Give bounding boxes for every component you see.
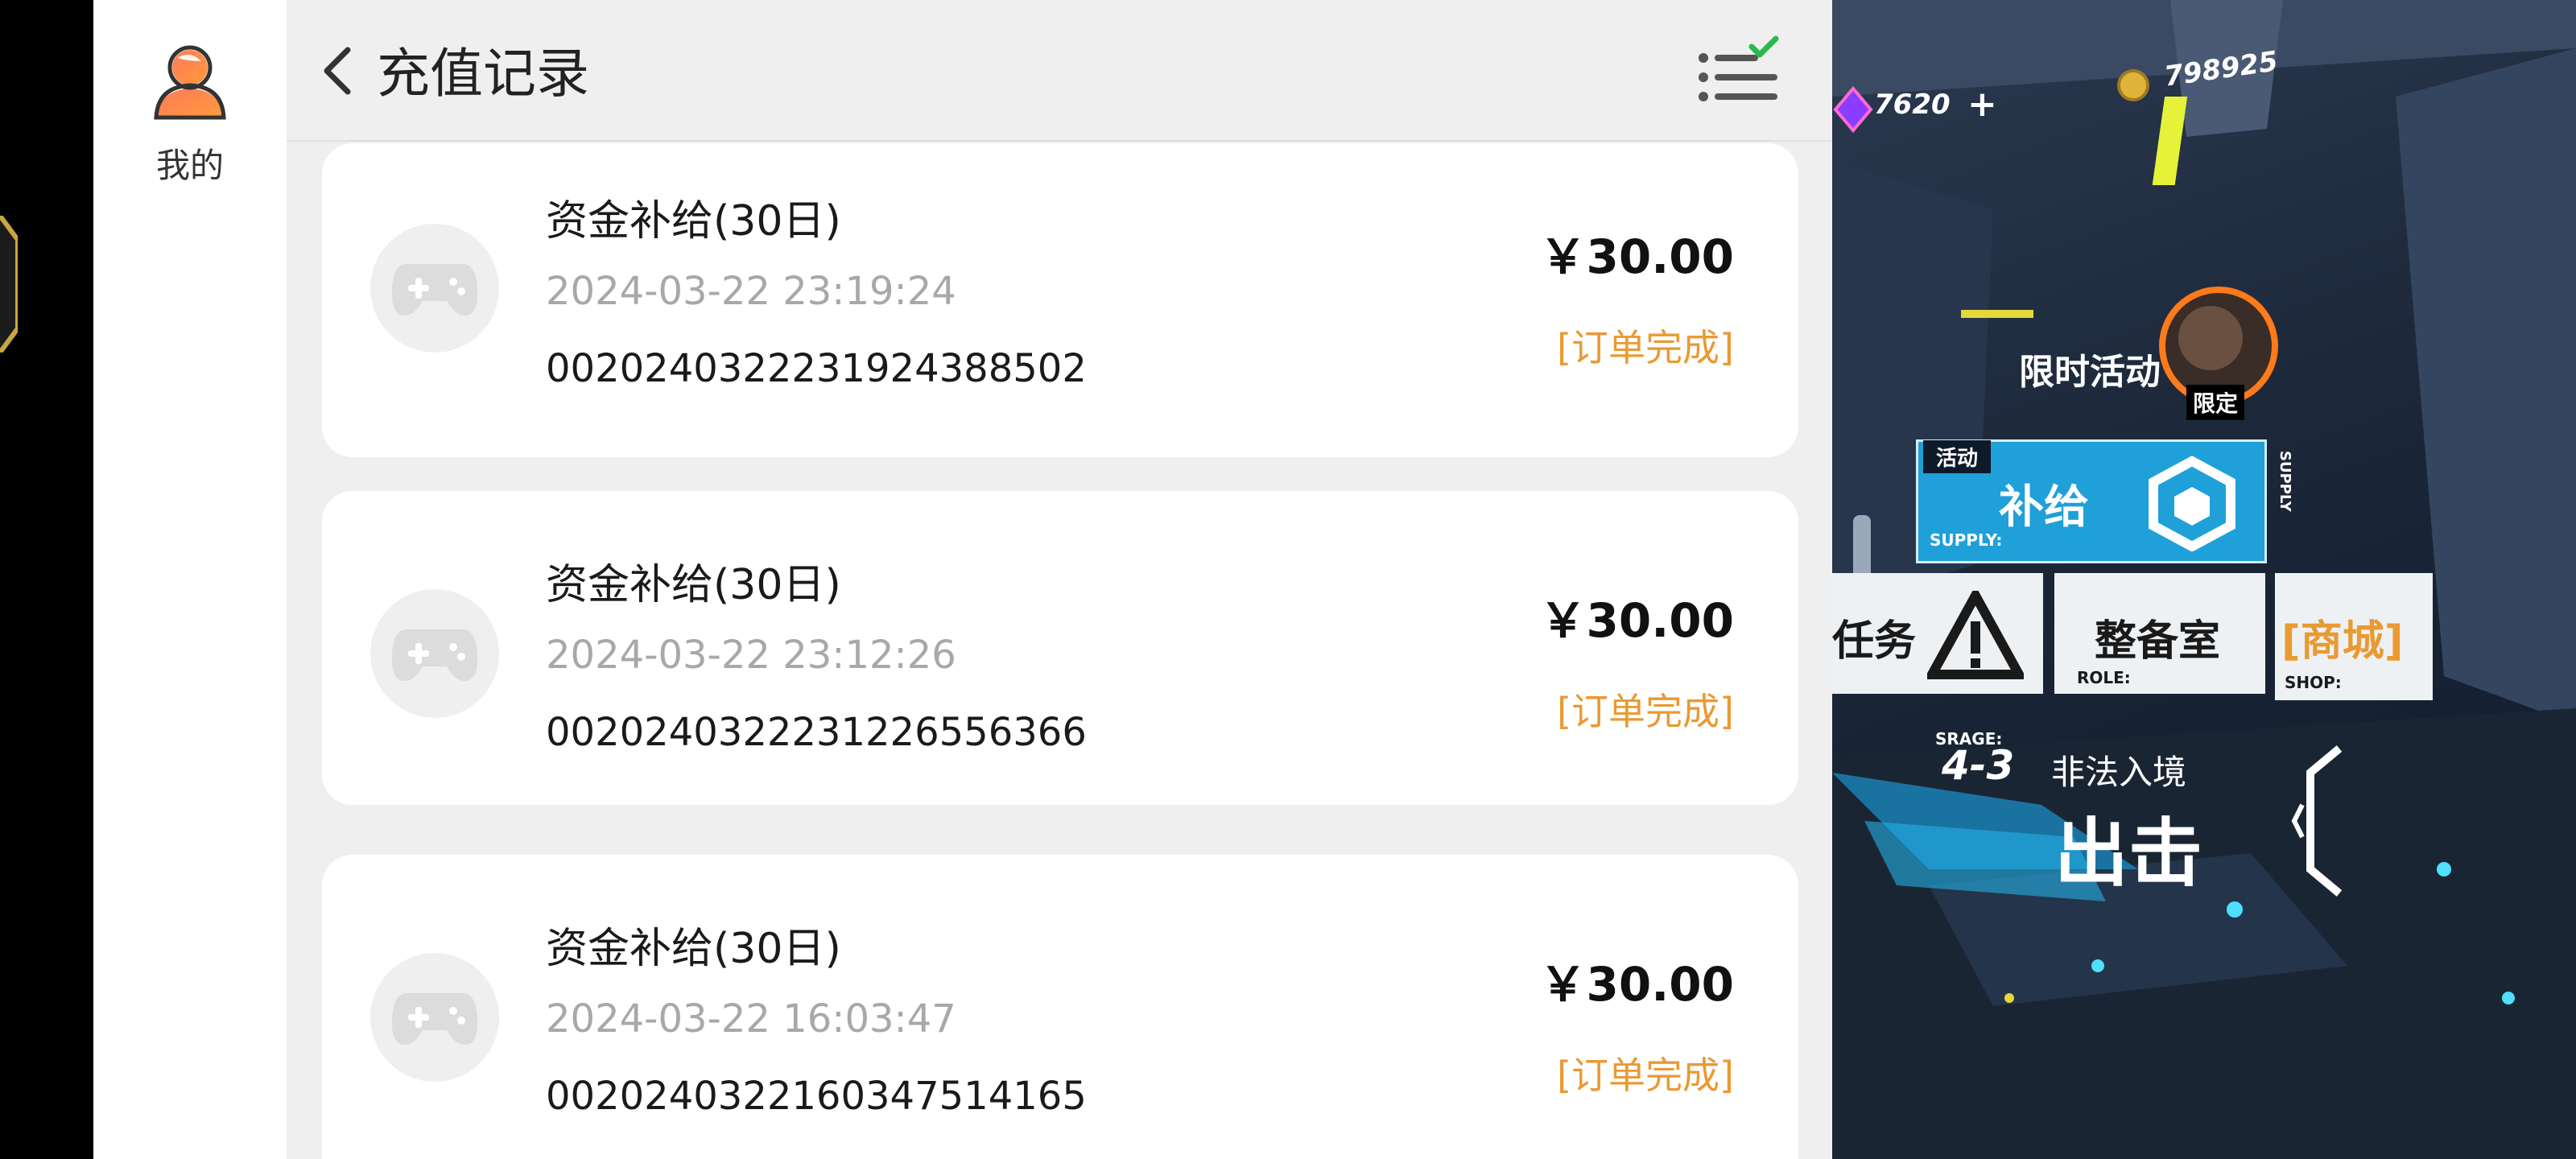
page-title: 充值记录 (377, 43, 589, 105)
record-time: 2024-03-22 23:19:24 (546, 269, 956, 314)
shop-sublabel: SHOP: (2285, 673, 2342, 692)
activity-tag: 活动 (1923, 440, 1992, 473)
stage-number: 4-3 (1942, 742, 2015, 789)
record-status: [订单完成] (1557, 1054, 1734, 1097)
gem-icon (1833, 85, 1873, 134)
record-amount: ￥30.00 (1539, 229, 1734, 284)
supply-side-label: SUPPLY (2277, 451, 2293, 512)
gem-add-button[interactable]: + (1967, 84, 1997, 125)
armory-label: 整备室 (2095, 617, 2221, 666)
left-edge-background (0, 0, 93, 1159)
record-title: 资金补给(30日) (546, 197, 841, 245)
shop-label: [商城] (2281, 617, 2404, 666)
warning-icon (1927, 591, 2024, 679)
supply-title: 补给 (1999, 481, 2089, 534)
record-time: 2024-03-22 23:12:26 (546, 633, 956, 678)
sidebar-item-mine[interactable]: 我的 (93, 32, 287, 209)
sortie-bracket-icon (2291, 745, 2343, 897)
record-order-number: 0020240322231924388502 (546, 346, 1087, 391)
record-card[interactable]: 资金补给(30日) 2024-03-22 23:19:24 0020240322… (322, 143, 1798, 457)
sidebar-item-label: 我的 (155, 146, 224, 185)
user-avatar-icon (154, 45, 226, 120)
event-title: 限时活动 (2019, 352, 2161, 393)
sortie-label: 出击 (2054, 810, 2203, 897)
record-title: 资金补给(30日) (546, 561, 841, 609)
record-card[interactable]: 资金补给(30日) 2024-03-22 23:12:26 0020240322… (322, 491, 1798, 805)
record-card[interactable]: 资金补给(30日) 2024-03-22 16:03:47 0020240322… (322, 855, 1798, 1159)
game-hex-badge-icon (0, 216, 18, 353)
gamepad-icon (370, 953, 499, 1082)
record-amount: ￥30.00 (1539, 957, 1734, 1012)
record-order-number: 0020240322231226556366 (546, 710, 1087, 755)
record-order-number: 0020240322160347514165 (546, 1074, 1087, 1119)
recharge-records-panel: 充值记录 资金补给(30日) 2024-03-22 23:19:24 00202… (287, 0, 1832, 1159)
gem-count: 7620 (1874, 89, 1951, 121)
sidebar: 我的 (93, 0, 287, 1159)
supply-label: SUPPLY: (1930, 530, 2003, 550)
stage-name: 非法入境 (2051, 753, 2187, 792)
record-status: [订单完成] (1557, 690, 1734, 733)
cube-icon (2149, 456, 2235, 551)
shop-button[interactable]: [商城] SHOP: (2275, 573, 2433, 700)
gamepad-icon (370, 589, 499, 718)
record-time: 2024-03-22 16:03:47 (546, 996, 956, 1041)
event-subtitle: 限定 (2186, 385, 2245, 420)
mission-button[interactable]: 任务 (1832, 573, 2043, 694)
game-background: 7620 + 798925 限时活动 限定 活动 补给 SUPPLY: SUPP… (1832, 0, 2576, 1159)
back-arrow-icon[interactable] (311, 39, 367, 103)
header-bar: 充值记录 (287, 0, 1832, 142)
coin-icon (2117, 69, 2149, 101)
mission-label: 任务 (1832, 617, 1917, 666)
armory-button[interactable]: 整备室 ROLE: (2054, 573, 2265, 694)
supply-button[interactable]: 活动 补给 SUPPLY: (1916, 439, 2267, 563)
record-status: [订单完成] (1557, 326, 1734, 369)
gamepad-icon (370, 224, 499, 353)
record-title: 资金补给(30日) (546, 925, 841, 973)
record-amount: ￥30.00 (1539, 593, 1734, 648)
armory-sublabel: ROLE: (2077, 668, 2131, 687)
filter-list-check-icon[interactable] (1695, 35, 1784, 116)
